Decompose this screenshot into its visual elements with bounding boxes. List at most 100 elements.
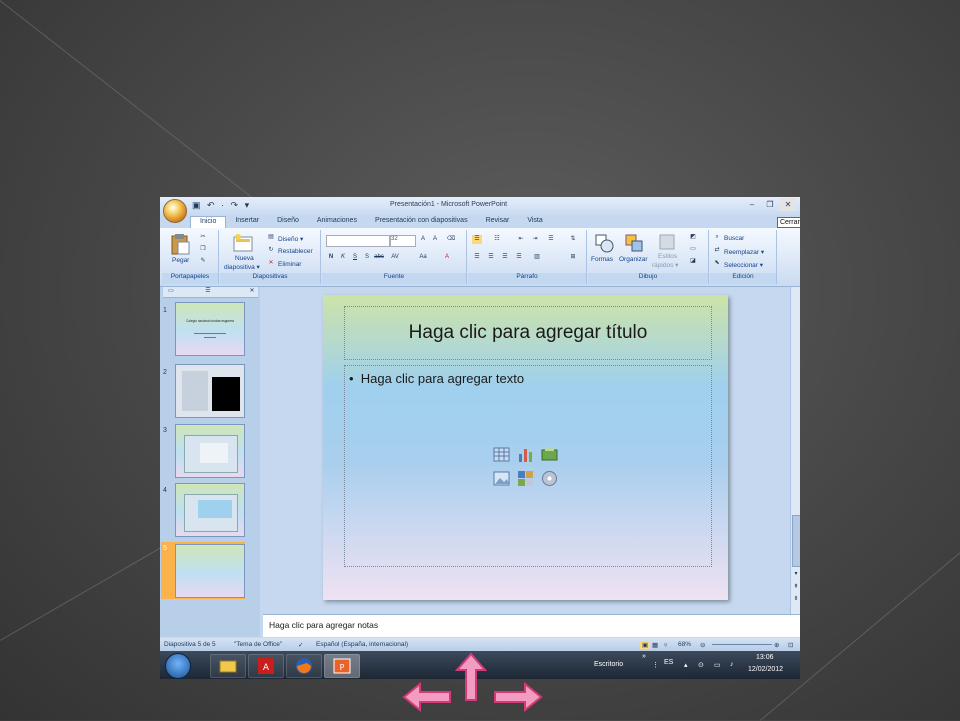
align-right-icon[interactable]: ☰ [500, 253, 510, 262]
underline-icon[interactable]: S [350, 253, 360, 262]
slide-thumbnail-2[interactable] [175, 364, 245, 418]
paste-icon[interactable] [170, 233, 190, 255]
office-button[interactable] [163, 199, 187, 223]
cut-icon[interactable]: ✂ [198, 233, 208, 242]
font-size-box[interactable]: 32 [390, 235, 416, 247]
tab-presentacion[interactable]: Presentación con diapositivas [366, 216, 477, 228]
fit-window-icon[interactable]: ⊡ [788, 641, 793, 649]
quick-styles-icon[interactable] [658, 233, 676, 251]
tab-vista[interactable]: Vista [518, 216, 551, 228]
slide-sorter-icon[interactable]: ▦ [652, 641, 658, 649]
columns-icon[interactable]: ▥ [532, 253, 542, 262]
volume-icon[interactable]: ♪ [730, 661, 734, 668]
italic-icon[interactable]: K [338, 253, 348, 262]
arrange-icon[interactable] [624, 233, 644, 253]
zoom-slider[interactable] [712, 644, 772, 645]
clock-time[interactable]: 13:06 [756, 654, 774, 661]
zoom-level[interactable]: 68% [678, 641, 691, 648]
maximize-button[interactable]: ❐ [762, 198, 778, 211]
slide-thumbnail-1[interactable]: Colegio nacional nicolas esguerra [175, 302, 245, 356]
slide-thumbnail-5[interactable] [175, 544, 245, 598]
monitor-icon[interactable]: ▭ [714, 661, 721, 669]
paste-button[interactable]: Pegar [172, 257, 189, 264]
insert-table-icon[interactable] [493, 446, 510, 463]
align-left-icon[interactable]: ☰ [472, 253, 482, 262]
clear-format-icon[interactable]: ⌫ [446, 235, 456, 244]
tab-inicio[interactable]: Inicio [190, 216, 227, 228]
desktop-toolbar[interactable]: Escritorio [594, 661, 623, 668]
quick-styles-line2[interactable]: rápidos ▾ [652, 261, 678, 269]
delete-button[interactable]: Eliminar [278, 261, 301, 268]
taskbar-explorer[interactable] [210, 654, 246, 678]
scroll-down-icon[interactable]: ▾ [791, 570, 800, 579]
taskbar-firefox[interactable] [286, 654, 322, 678]
text-direction-icon[interactable]: ⇅ [568, 235, 578, 244]
tab-revisar[interactable]: Revisar [477, 216, 519, 228]
new-slide-button-line2[interactable]: diapositiva ▾ [224, 263, 260, 271]
keyboard-language[interactable]: ES [664, 659, 673, 666]
effects-icon[interactable]: ◪ [688, 257, 698, 266]
minimize-button[interactable]: – [744, 198, 760, 211]
shapes-button[interactable]: Formas [591, 256, 613, 263]
scroll-thumb[interactable] [792, 515, 800, 567]
prev-slide-icon[interactable]: ⇞ [791, 583, 800, 592]
fill-icon[interactable]: ◩ [688, 233, 698, 242]
font-name-box[interactable] [326, 235, 390, 247]
content-placeholder[interactable]: • Haga clic para agregar texto [344, 365, 712, 567]
spellcheck-icon[interactable]: ✓ [298, 641, 303, 649]
tab-insertar[interactable]: Insertar [226, 216, 268, 228]
title-placeholder[interactable]: Haga clic para agregar título [344, 306, 712, 360]
layout-button[interactable]: Diseño ▾ [278, 235, 303, 243]
select-button[interactable]: Seleccionar ▾ [724, 261, 763, 269]
tab-diseno[interactable]: Diseño [268, 216, 308, 228]
tab-animaciones[interactable]: Animaciones [308, 216, 366, 228]
slideshow-icon[interactable]: ▿ [664, 641, 667, 649]
outline-tab-icon[interactable]: ☰ [203, 287, 213, 296]
outline-icon[interactable]: ▭ [688, 245, 698, 254]
close-button[interactable]: ✕ [780, 198, 796, 211]
reset-button[interactable]: Restablecer [278, 248, 313, 255]
insert-smartart-icon[interactable] [541, 446, 558, 463]
shrink-font-icon[interactable]: A [430, 235, 440, 244]
case-icon[interactable]: Aa [418, 253, 428, 262]
insert-clipart-icon[interactable] [517, 470, 534, 487]
replace-button[interactable]: Reemplazar ▾ [724, 248, 764, 256]
taskbar-acrobat[interactable]: A [248, 654, 284, 678]
next-slide-icon[interactable]: ⇟ [791, 595, 800, 604]
start-button[interactable] [165, 653, 191, 679]
clock-date[interactable]: 12/02/2012 [748, 666, 783, 673]
spacing-icon[interactable]: AV [390, 253, 400, 262]
tray-expand-icon[interactable]: » [642, 653, 646, 660]
zoom-in-icon[interactable]: ⊕ [774, 641, 779, 649]
network-icon[interactable]: ⊙ [698, 661, 704, 669]
normal-view-icon[interactable]: ▣ [640, 641, 651, 649]
close-pane-icon[interactable]: ✕ [247, 287, 257, 296]
notes-pane[interactable]: Haga clic para agregar notas [263, 614, 800, 637]
line-spacing-icon[interactable]: ☰ [546, 235, 556, 244]
bold-icon[interactable]: N [326, 253, 336, 262]
insert-picture-icon[interactable] [493, 470, 510, 487]
quick-access-toolbar[interactable]: ▣ ↶ · ↷ ▾ [192, 200, 251, 211]
find-button[interactable]: Buscar [724, 235, 744, 242]
insert-chart-icon[interactable] [517, 446, 534, 463]
grow-font-icon[interactable]: A [418, 235, 428, 244]
numbering-icon[interactable]: ☷ [492, 235, 502, 244]
decrease-indent-icon[interactable]: ⇤ [516, 235, 526, 244]
new-slide-icon[interactable] [232, 233, 254, 253]
show-hidden-icons[interactable]: ▴ [684, 661, 688, 669]
shadow-icon[interactable]: S [362, 253, 372, 262]
slide-thumbnail-3[interactable] [175, 424, 245, 478]
taskbar-powerpoint[interactable]: P [324, 654, 360, 678]
arrange-button[interactable]: Organizar [619, 256, 648, 263]
slides-tab-icon[interactable]: ▭ [166, 287, 176, 296]
strikethrough-icon[interactable]: abc [374, 253, 384, 262]
new-slide-button-line1[interactable]: Nueva [235, 255, 254, 262]
slide-thumbnail-4[interactable] [175, 483, 245, 537]
language[interactable]: Español (España, internacional) [316, 641, 408, 648]
bullets-icon[interactable]: ☰ [472, 235, 482, 244]
shapes-icon[interactable] [594, 233, 614, 253]
justify-icon[interactable]: ☰ [514, 253, 524, 262]
format-painter-icon[interactable]: ✎ [198, 257, 208, 266]
vertical-scrollbar[interactable]: ▾ ⇞ ⇟ [790, 287, 800, 637]
quick-styles-line1[interactable]: Estilos [658, 253, 677, 260]
